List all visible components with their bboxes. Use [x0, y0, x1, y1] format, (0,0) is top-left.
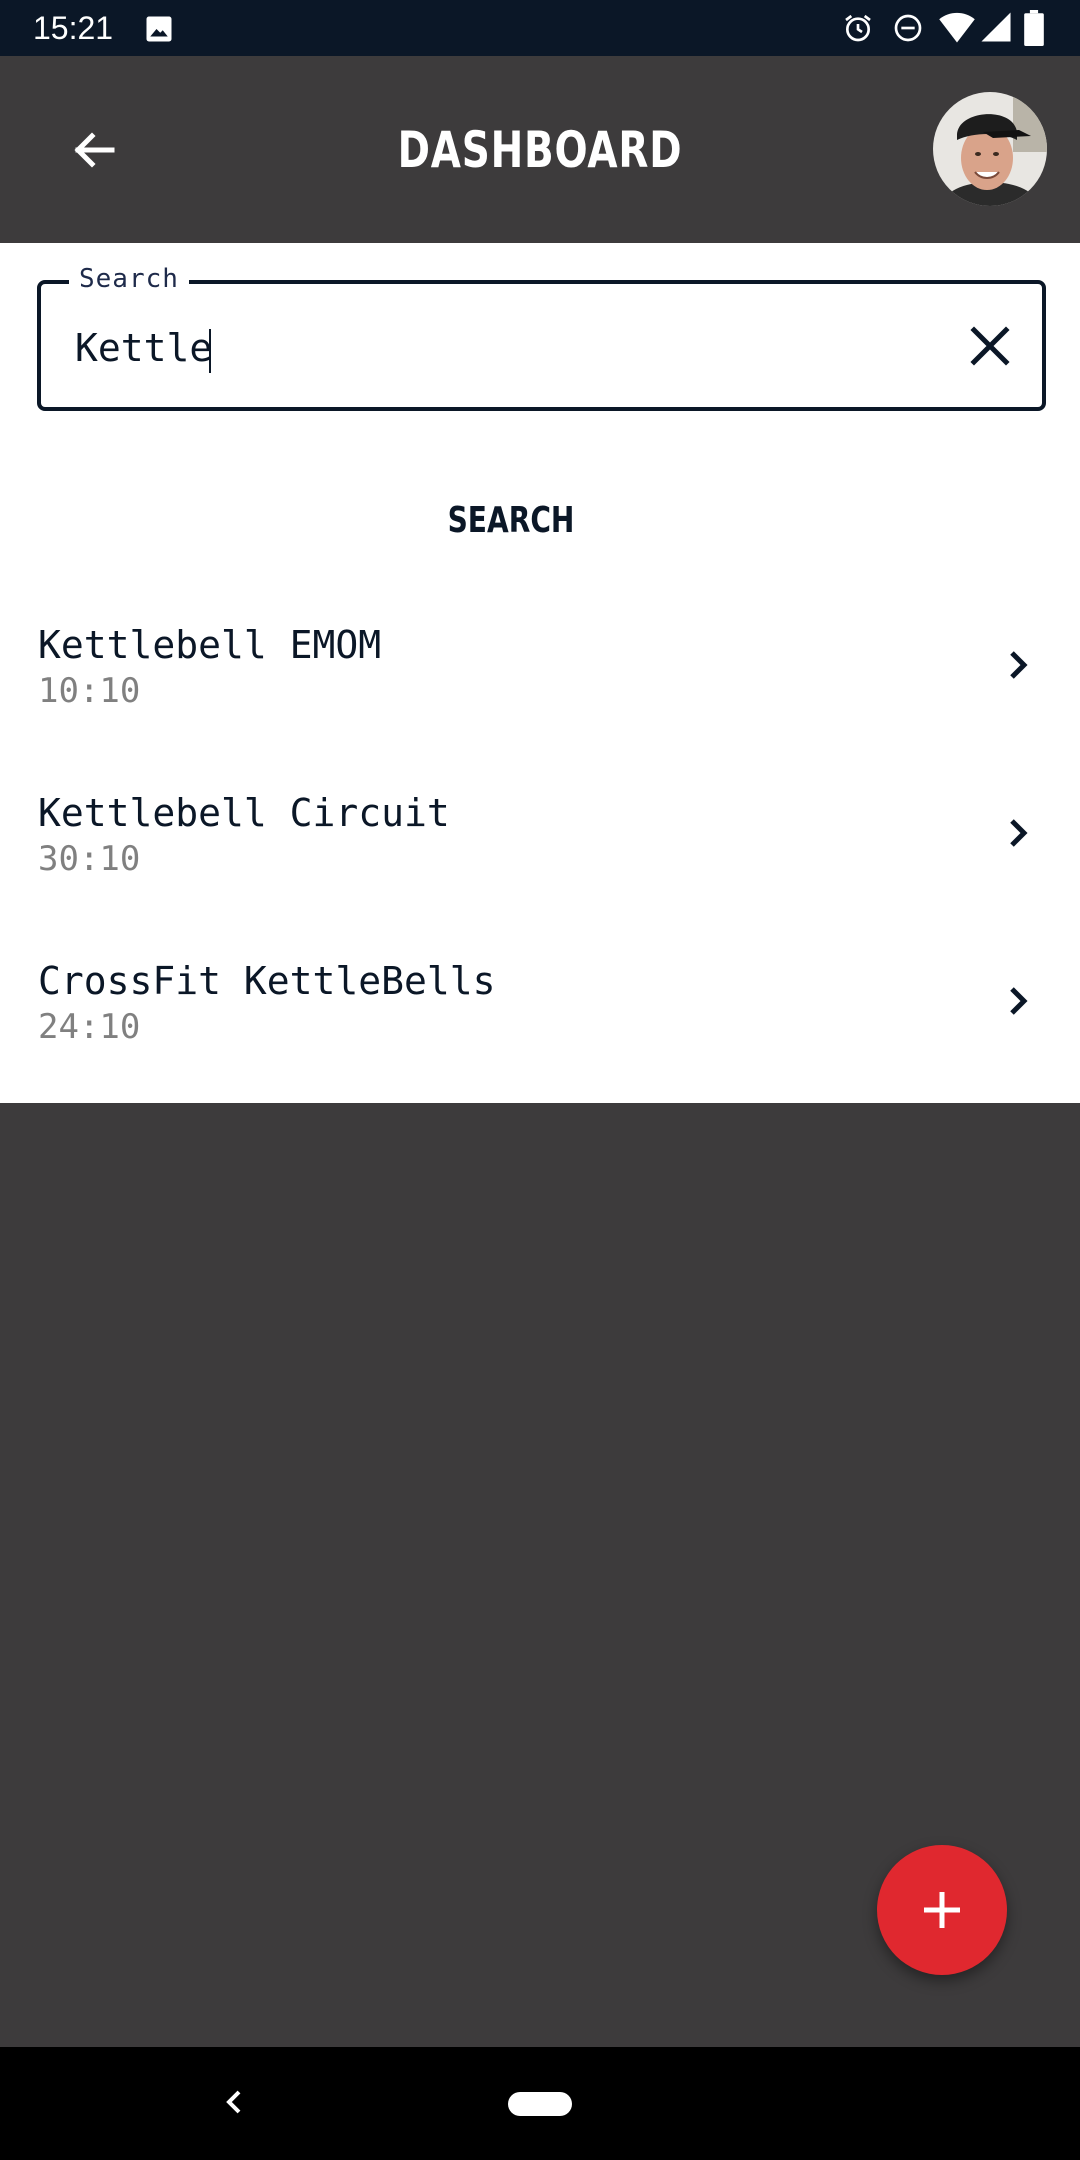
app-bar: DASHBOARD — [0, 56, 1080, 243]
list-item[interactable]: Kettlebell Circuit 30:10 — [0, 771, 1080, 939]
chevron-right-icon — [990, 637, 1046, 693]
result-title: Kettlebell Circuit — [38, 791, 450, 835]
add-button[interactable] — [877, 1845, 1007, 1975]
page-title: DASHBOARD — [397, 121, 683, 179]
section-title: SEARCH — [447, 500, 575, 541]
battery-icon — [1024, 10, 1044, 46]
system-nav-bar — [0, 2047, 1080, 2160]
text-caret — [209, 329, 211, 373]
signal-icon — [980, 10, 1012, 44]
search-field[interactable]: Search — [37, 262, 1046, 411]
content-panel: Search SEARCH Kettlebell EMOM 10:10 Kett… — [0, 243, 1080, 1103]
search-label: Search — [69, 262, 189, 296]
nav-back-icon — [226, 2090, 241, 2114]
plus-icon — [924, 1892, 960, 1928]
close-icon — [970, 326, 1010, 366]
result-title: Kettlebell EMOM — [38, 623, 382, 667]
nav-back-button[interactable] — [214, 2082, 254, 2122]
list-item[interactable]: Kettlebell EMOM 10:10 — [0, 603, 1080, 771]
status-time: 15:21 — [33, 10, 114, 46]
chevron-right-icon — [990, 973, 1046, 1029]
image-icon — [144, 14, 174, 44]
clear-search-button[interactable] — [954, 310, 1026, 382]
status-bar: 15:21 — [0, 0, 1080, 56]
result-time: 24:10 — [38, 1007, 141, 1047]
result-title: CrossFit KettleBells — [38, 959, 496, 1003]
list-item[interactable]: CrossFit KettleBells 24:10 — [0, 939, 1080, 1107]
wifi-icon — [938, 10, 976, 44]
result-time: 30:10 — [38, 839, 141, 879]
avatar[interactable] — [933, 92, 1047, 206]
search-input[interactable] — [75, 318, 855, 378]
do-not-disturb-icon — [892, 12, 924, 44]
result-time: 10:10 — [38, 671, 141, 711]
chevron-right-icon — [990, 805, 1046, 861]
alarm-icon — [842, 12, 874, 44]
nav-home-button[interactable] — [508, 2092, 572, 2116]
